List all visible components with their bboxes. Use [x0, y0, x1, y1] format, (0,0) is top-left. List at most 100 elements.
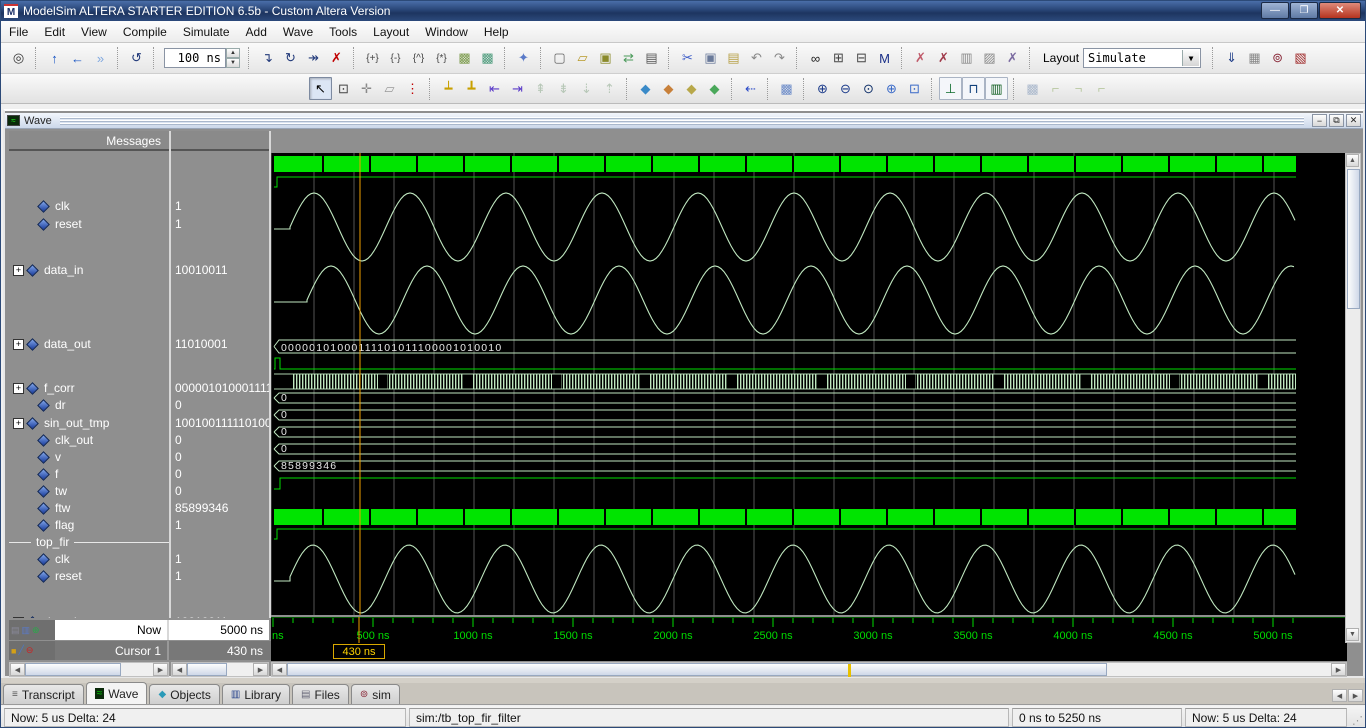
edit-wave-icon[interactable]: ◆: [680, 77, 703, 100]
memory-profile-icon[interactable]: ▩: [476, 47, 499, 70]
kill-left-icon[interactable]: ✗: [909, 47, 932, 70]
signal-row-tw[interactable]: tw: [9, 483, 169, 499]
signal-row-ftw[interactable]: ftw: [9, 500, 169, 516]
signal-row-clk[interactable]: clk: [9, 551, 169, 567]
break-icon[interactable]: ✗: [325, 47, 348, 70]
wave-title-bar[interactable]: ≈ Wave − ⧉ ✕: [5, 113, 1363, 129]
minimize-button[interactable]: —: [1261, 2, 1289, 19]
scroll-right-icon[interactable]: ▶: [153, 663, 168, 676]
next-transition-icon[interactable]: ⇥: [506, 77, 529, 100]
menu-window[interactable]: Window: [417, 22, 476, 42]
zoom-mode-icon[interactable]: ⊡: [332, 77, 355, 100]
next-edge-icon[interactable]: ⇟: [552, 77, 575, 100]
signal-row-flag[interactable]: flag: [9, 517, 169, 533]
close-button[interactable]: ✕: [1319, 2, 1361, 19]
up-context-icon[interactable]: ↑: [43, 47, 66, 70]
signal-row-clk[interactable]: clk: [9, 198, 169, 214]
reload-icon[interactable]: ⇄: [617, 47, 640, 70]
previous-edge-icon[interactable]: ⇞: [529, 77, 552, 100]
copy-icon[interactable]: ▣: [699, 47, 722, 70]
show-readers-icon[interactable]: ▨: [978, 47, 1001, 70]
menu-wave[interactable]: Wave: [275, 22, 321, 42]
hatch-region-icon[interactable]: ▩: [1021, 77, 1044, 100]
tab-scroll-right-icon[interactable]: ▶: [1348, 689, 1363, 702]
save-layout-icon[interactable]: ⇓: [1220, 47, 1243, 70]
chevron-down-icon[interactable]: ▼: [1182, 50, 1200, 66]
edit-mode-icon[interactable]: ▱: [378, 77, 401, 100]
menu-simulate[interactable]: Simulate: [175, 22, 238, 42]
menu-layout[interactable]: Layout: [365, 22, 417, 42]
values-scrollbar[interactable]: ◀ ▶: [171, 662, 269, 677]
zoom-find-icon[interactable]: ⊚: [1266, 47, 1289, 70]
new-file-icon[interactable]: ▢: [548, 47, 571, 70]
waveform-canvas[interactable]: 00000101000111101011100001010010 0 0 0 0 8589…: [271, 153, 1347, 615]
add-cursor-icon[interactable]: ┷: [437, 77, 460, 100]
menu-file[interactable]: File: [1, 22, 36, 42]
expand-icon[interactable]: +: [13, 264, 24, 276]
next-falling-icon[interactable]: ⇡: [598, 77, 621, 100]
menu-view[interactable]: View: [73, 22, 115, 42]
zoom-in-icon[interactable]: ⊕: [811, 77, 834, 100]
expand-time-icon[interactable]: ⇠: [739, 77, 762, 100]
delete-layout-icon[interactable]: ▧: [1289, 47, 1312, 70]
insert-pointer-icon[interactable]: ▤: [11, 625, 20, 636]
tab-transcript[interactable]: ≡ Transcript: [3, 684, 84, 704]
erase-icon[interactable]: ✗: [1001, 47, 1024, 70]
stop-hand-icon[interactable]: ✦: [512, 47, 535, 70]
title-bar[interactable]: M ModelSim ALTERA STARTER EDITION 6.5b -…: [1, 1, 1365, 21]
step-current-icon[interactable]: {*}: [430, 47, 453, 70]
delete-cursor-icon[interactable]: ┻: [460, 77, 483, 100]
signal-row-data_out[interactable]: + data_out: [9, 336, 169, 352]
tab-objects[interactable]: ◆ Objects: [149, 684, 220, 704]
scroll-right-icon[interactable]: ▶: [1331, 663, 1346, 676]
expand-icon[interactable]: +: [13, 417, 24, 429]
modelsim-icon[interactable]: M: [873, 47, 896, 70]
add-marker-icon[interactable]: ⊕: [32, 625, 40, 636]
pattern-wizard-icon[interactable]: ▩: [775, 77, 798, 100]
signal-row-data_in[interactable]: + data_in: [9, 262, 169, 278]
open-file-icon[interactable]: ▱: [571, 47, 594, 70]
wave-column-header[interactable]: Messages: [9, 131, 271, 151]
step-over-icon[interactable]: {-}: [384, 47, 407, 70]
profile-icon[interactable]: ▩: [453, 47, 476, 70]
print-icon[interactable]: ▤: [640, 47, 663, 70]
cursor-time-flag[interactable]: 430 ns: [333, 644, 385, 659]
wave-undock-button[interactable]: ⧉: [1329, 114, 1344, 127]
messages-icon[interactable]: ▥: [22, 625, 31, 636]
expanded-time-on-icon[interactable]: ⌐: [1044, 77, 1067, 100]
run-continue-icon[interactable]: ↻: [279, 47, 302, 70]
signal-row-sin_out_tmp[interactable]: + sin_out_tmp: [9, 415, 169, 431]
collapse-time-icon[interactable]: ⌐: [1090, 77, 1113, 100]
expanded-time-off-icon[interactable]: ¬: [1067, 77, 1090, 100]
previous-falling-icon[interactable]: ⇣: [575, 77, 598, 100]
resize-grip[interactable]: ⋰: [1352, 714, 1363, 727]
undo-icon[interactable]: ↶: [745, 47, 768, 70]
scroll-up-icon[interactable]: ▲: [1346, 154, 1359, 167]
zoom-full-icon[interactable]: ⊙: [857, 77, 880, 100]
show-drivers-icon[interactable]: ▥: [955, 47, 978, 70]
menu-tools[interactable]: Tools: [321, 22, 365, 42]
zoom-out-icon[interactable]: ⊖: [834, 77, 857, 100]
expand-icon[interactable]: +: [13, 382, 24, 394]
select-mode-icon[interactable]: ↖: [309, 77, 332, 100]
menu-compile[interactable]: Compile: [115, 22, 175, 42]
run-length-stepper[interactable]: ▲ ▼: [226, 48, 240, 68]
zoom-cursor-icon[interactable]: ⊕: [880, 77, 903, 100]
pan-mode-icon[interactable]: ✛: [355, 77, 378, 100]
redo-icon[interactable]: ↷: [768, 47, 791, 70]
event-waveform-icon[interactable]: ⊓: [962, 77, 985, 100]
scroll-down-icon[interactable]: ▼: [1346, 628, 1359, 641]
restore-button[interactable]: ❐: [1290, 2, 1318, 19]
menu-help[interactable]: Help: [476, 22, 517, 42]
expand-icon[interactable]: +: [13, 338, 24, 350]
remove-cursor-icon[interactable]: ⊖: [26, 645, 34, 656]
zoom-range-icon[interactable]: ⊡: [903, 77, 926, 100]
signal-row-reset[interactable]: reset: [9, 568, 169, 584]
signal-row-data_in[interactable]: + data_in: [9, 614, 169, 618]
cursor-label[interactable]: Cursor 1: [55, 641, 169, 660]
expand-icon[interactable]: +: [13, 616, 24, 618]
scroll-left-icon[interactable]: ◀: [272, 663, 287, 676]
layout-select[interactable]: Simulate ▼: [1083, 48, 1202, 68]
tab-library[interactable]: ▥ Library: [221, 684, 291, 704]
names-scrollbar[interactable]: ◀ ▶: [9, 662, 169, 677]
